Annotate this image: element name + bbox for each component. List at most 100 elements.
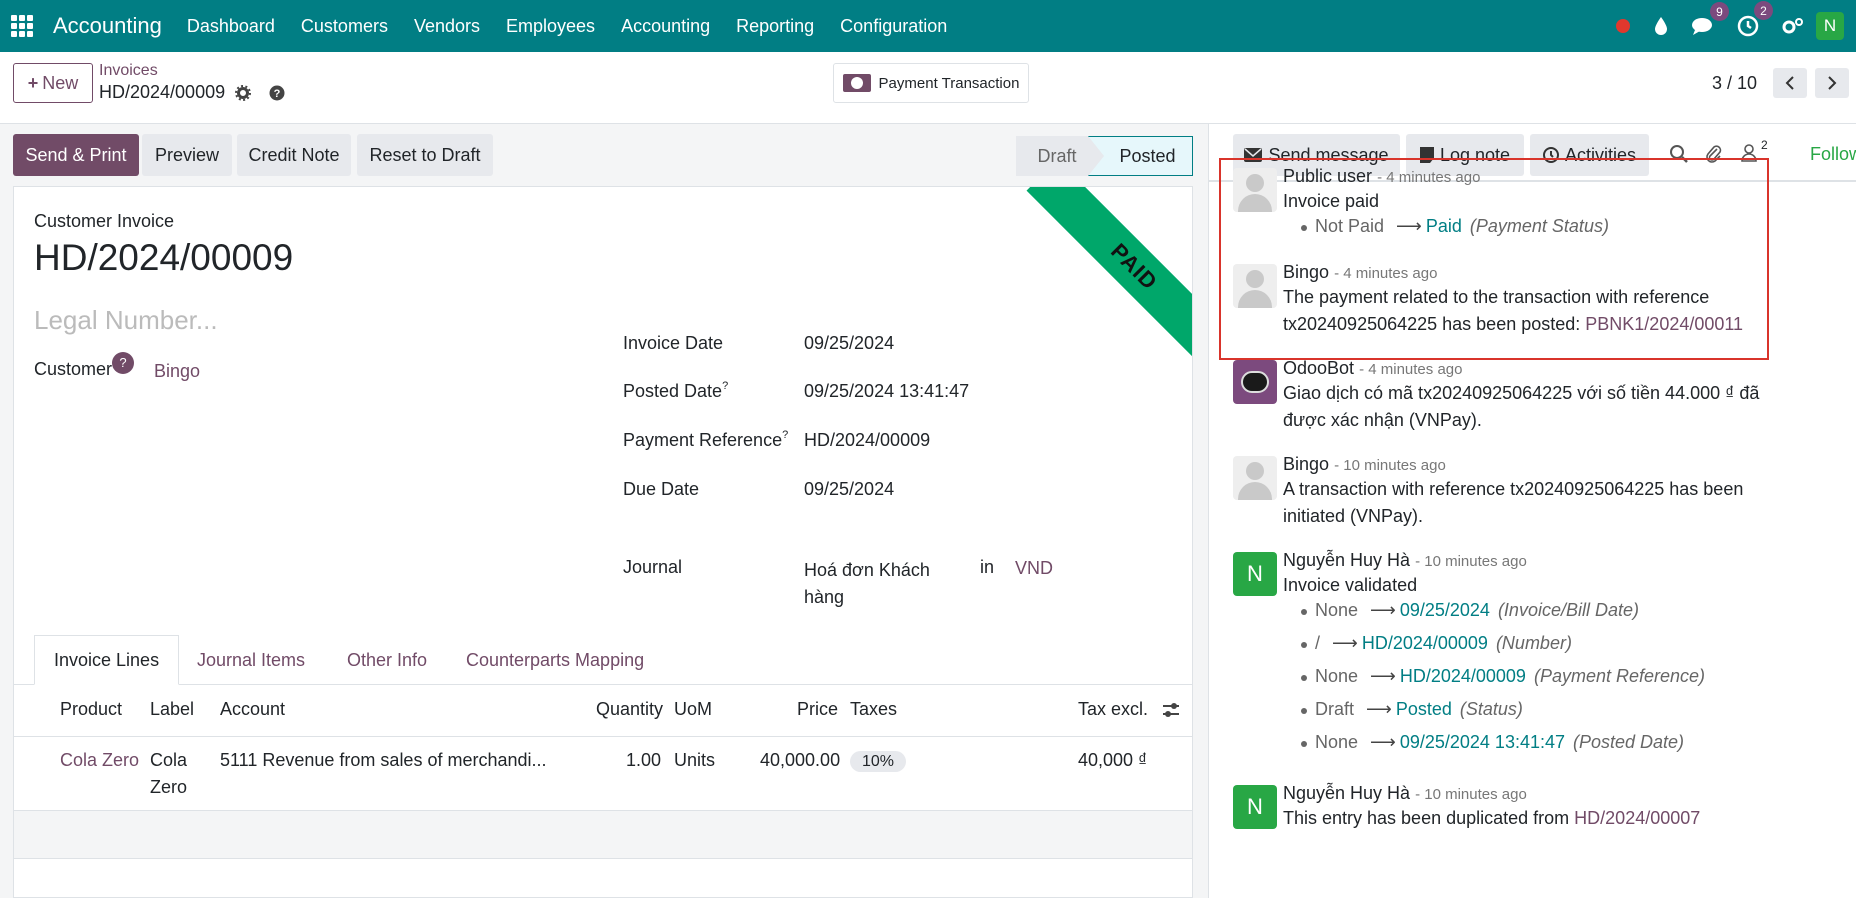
legal-number-field[interactable]: Legal Number... [34, 305, 218, 336]
line-account[interactable]: 5111 Revenue from sales of merchandi... [220, 747, 547, 774]
change-new-value: HD/2024/00009 [1361, 633, 1488, 653]
avatar[interactable]: N [1233, 552, 1277, 596]
send-print-button[interactable]: Send & Print [13, 134, 139, 176]
col-product[interactable]: Product [60, 699, 122, 720]
col-price[interactable]: Price [797, 699, 838, 720]
payment-reference-value[interactable]: HD/2024/00009 [804, 430, 930, 451]
col-tax-excl[interactable]: Tax excl. [1078, 699, 1148, 720]
menu-dashboard[interactable]: Dashboard [187, 16, 275, 37]
line-quantity[interactable]: 1.00 [626, 747, 661, 774]
pager-previous-button[interactable] [1773, 68, 1808, 98]
recording-indicator-icon[interactable] [1615, 18, 1631, 34]
journal-value[interactable]: Hoá đơn Khách hàng [804, 557, 930, 611]
payment-reference-help[interactable]: ? [782, 429, 788, 441]
avatar[interactable] [1233, 456, 1277, 500]
col-account[interactable]: Account [220, 699, 285, 720]
messages-icon[interactable]: 9 [1691, 2, 1729, 36]
breadcrumb-invoices[interactable]: Invoices [99, 62, 158, 80]
tracking-change: None ⟶ 09/25/2024 (Invoice/Bill Date) [1301, 600, 1639, 621]
new-button-label: New [42, 72, 79, 93]
stage-arrow [1088, 136, 1104, 176]
posted-date-value[interactable]: 09/25/2024 13:41:47 [804, 381, 969, 402]
stage-draft[interactable]: Draft [1016, 136, 1098, 176]
line-uom[interactable]: Units [674, 747, 715, 774]
reset-to-draft-button[interactable]: Reset to Draft [357, 134, 493, 176]
message-author[interactable]: OdooBot [1283, 358, 1354, 378]
change-old-value: / [1315, 633, 1321, 653]
journal-value-line1: Hoá đơn Khách [804, 560, 930, 580]
table-row[interactable]: Cola Zero Cola Zero 5111 Revenue from sa… [14, 737, 1192, 811]
app-brand[interactable]: Accounting [53, 13, 162, 39]
gear-icon[interactable] [235, 84, 252, 101]
message-date: - 4 minutes ago [1334, 265, 1438, 282]
posted-date-help[interactable]: ? [722, 380, 728, 392]
avatar[interactable] [1233, 168, 1277, 212]
arrow-right-icon: ⟶ [1332, 633, 1358, 653]
customer-label: Customer? [34, 351, 135, 382]
due-date-value[interactable]: 09/25/2024 [804, 479, 894, 500]
journal-currency[interactable]: VND [1015, 558, 1053, 579]
tab-other-info[interactable]: Other Info [347, 635, 427, 685]
help-circle-icon[interactable]: ? [269, 85, 285, 101]
arrow-right-icon: ⟶ [1366, 699, 1392, 719]
menu-customers[interactable]: Customers [301, 16, 388, 37]
arrow-right-icon: ⟶ [1396, 216, 1422, 236]
activities-clock-icon[interactable]: 2 [1737, 1, 1773, 37]
message-author[interactable]: Bingo [1283, 262, 1329, 282]
col-taxes[interactable]: Taxes [850, 699, 897, 720]
tab-invoice-lines[interactable]: Invoice Lines [34, 635, 180, 685]
message-body-text: This entry has been duplicated from [1283, 808, 1570, 828]
change-old-value: None [1315, 666, 1359, 686]
line-label[interactable]: Cola Zero [150, 747, 187, 801]
line-product[interactable]: Cola Zero [60, 747, 139, 774]
message-author[interactable]: Bingo [1283, 454, 1329, 474]
message-author[interactable]: Nguyễn Huy Hà [1283, 550, 1410, 570]
message-author[interactable]: Public user [1283, 166, 1372, 186]
message-author-line: Bingo - 10 minutes ago [1283, 454, 1446, 475]
droplet-icon[interactable] [1653, 16, 1669, 36]
optional-columns-icon[interactable] [1162, 701, 1180, 724]
message-date: - 4 minutes ago [1377, 169, 1481, 186]
avatar[interactable] [1233, 264, 1277, 308]
line-tax[interactable]: 10% [850, 747, 907, 775]
col-uom[interactable]: UoM [674, 699, 712, 720]
menu-accounting[interactable]: Accounting [621, 16, 710, 37]
message-date: - 4 minutes ago [1359, 361, 1463, 378]
journal-in-label: in [980, 557, 995, 577]
menu-employees[interactable]: Employees [506, 16, 595, 37]
avatar[interactable]: N [1233, 785, 1277, 829]
follow-button[interactable]: Follow [1810, 144, 1856, 165]
change-old-value: Draft [1315, 699, 1355, 719]
tab-counterparts-mapping[interactable]: Counterparts Mapping [466, 635, 644, 685]
col-label[interactable]: Label [150, 699, 194, 720]
credit-note-button[interactable]: Credit Note [237, 134, 351, 176]
message-author-line: OdooBot - 4 minutes ago [1283, 358, 1462, 379]
payment-transaction-button[interactable]: Payment Transaction [833, 63, 1029, 103]
add-line-row[interactable] [14, 811, 1192, 859]
duplicate-source-link[interactable]: HD/2024/00007 [1574, 808, 1700, 828]
tracking-change: Not Paid ⟶ Paid (Payment Status) [1301, 216, 1609, 237]
new-button[interactable]: + New [13, 63, 93, 103]
preview-button[interactable]: Preview [142, 134, 232, 176]
settings-gears-icon[interactable] [1781, 16, 1805, 36]
invoice-date-value[interactable]: 09/25/2024 [804, 333, 894, 354]
breadcrumb-current: HD/2024/00009 ? [99, 82, 285, 103]
menu-vendors[interactable]: Vendors [414, 16, 480, 37]
plus-icon: + [27, 72, 39, 93]
menu-reporting[interactable]: Reporting [736, 16, 814, 37]
menu-configuration[interactable]: Configuration [840, 16, 947, 37]
message-author[interactable]: Nguyễn Huy Hà [1283, 783, 1410, 803]
apps-menu-icon[interactable] [11, 15, 33, 37]
user-avatar[interactable]: N [1816, 12, 1844, 40]
pager-value[interactable]: 3 / 10 [1712, 73, 1757, 94]
line-subtotal: 40,000 ₫ [1078, 750, 1148, 770]
customer-help-icon[interactable]: ? [112, 351, 135, 374]
tab-journal-items[interactable]: Journal Items [197, 635, 305, 685]
pager-next-button[interactable] [1815, 68, 1850, 98]
customer-value[interactable]: Bingo [154, 361, 200, 382]
odoobot-avatar[interactable] [1233, 360, 1277, 404]
line-price[interactable]: 40,000.00 [760, 747, 840, 774]
followers-count: 2 [1761, 138, 1768, 152]
col-quantity[interactable]: Quantity [596, 699, 663, 720]
payment-link[interactable]: PBNK1/2024/00011 [1585, 314, 1743, 334]
